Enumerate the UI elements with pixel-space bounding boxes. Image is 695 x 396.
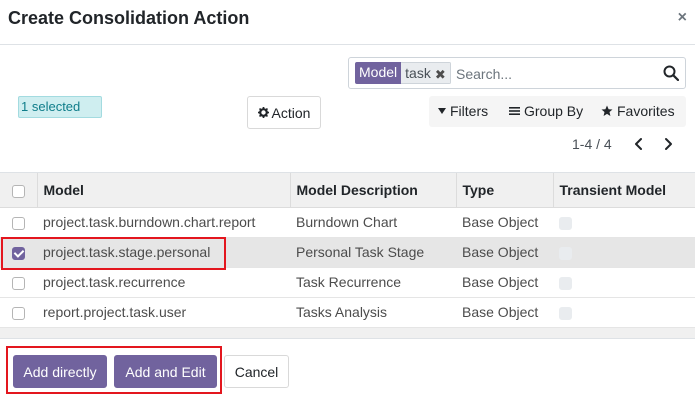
chevron-left-icon[interactable] [631,134,647,154]
search-facet: Model task ✖ [355,62,451,84]
facet-value-container: task ✖ [401,62,451,84]
cell-description: Burndown Chart [296,214,398,230]
column-header-transient[interactable]: Transient Model [553,173,695,208]
search-box[interactable]: Model task ✖ [348,57,686,89]
row-select-cell [0,267,37,297]
column-header-description[interactable]: Model Description [290,173,457,208]
table-row[interactable]: project.task.burndown.chart.report Burnd… [0,207,695,237]
cell-description: Tasks Analysis [296,304,388,320]
filters-label: Filters [450,103,489,119]
search-icon[interactable] [663,65,679,81]
transient-checkbox [559,246,572,260]
cell-model: report.project.task.user [43,304,187,320]
row-checkbox[interactable] [12,216,25,230]
row-checkbox[interactable] [12,306,25,320]
cell-transient [553,207,695,237]
cell-type: Base Object [462,214,539,230]
add-and-edit-button[interactable]: Add and Edit [114,355,217,388]
action-button[interactable]: Action [247,96,321,129]
add-directly-button[interactable]: Add directly [13,355,107,388]
chevron-right-icon[interactable] [660,134,676,154]
star-icon [601,105,613,116]
filter-bar: Filters Group By Favorites [429,96,686,127]
highlight-selected-row [1,237,226,270]
selected-count-badge: 1 selected [18,96,102,118]
list-icon [509,107,520,115]
modal-header: Create Consolidation Action × [0,0,695,45]
groupby-button[interactable]: Group By [509,103,583,119]
transient-checkbox [559,216,572,230]
groupby-label: Group By [524,103,584,119]
filters-button[interactable]: Filters [438,103,488,119]
cell-model: project.task.burndown.chart.report [43,214,256,230]
cell-transient [553,267,695,297]
row-checkbox[interactable] [12,276,25,290]
column-header-model[interactable]: Model [37,173,291,208]
close-icon[interactable]: × [678,9,687,27]
column-header-type[interactable]: Type [456,173,554,208]
filter-icon [438,108,446,114]
cancel-button[interactable]: Cancel [224,355,289,388]
row-select-cell [0,207,37,237]
cell-transient [553,237,695,267]
select-all-checkbox[interactable] [12,184,25,198]
cell-transient [553,297,695,327]
cell-type: Base Object [462,244,539,260]
cell-model: project.task.recurrence [43,274,186,290]
facet-label: Model [355,62,402,84]
table-header-row: Model Model Description Type Transient M… [0,173,695,208]
row-select-cell [0,297,37,327]
pager-value[interactable]: 1-4 / 4 [572,136,612,152]
favorites-label: Favorites [617,103,675,119]
gear-icon [257,107,269,118]
table-row[interactable]: project.task.recurrence Task Recurrence … [0,267,695,297]
transient-checkbox [559,276,572,290]
cell-description: Personal Task Stage [296,244,425,260]
cell-description: Task Recurrence [296,274,402,290]
table-row[interactable]: report.project.task.user Tasks Analysis … [0,297,695,327]
cell-type: Base Object [462,304,539,320]
cell-type: Base Object [462,274,539,290]
action-label: Action [271,104,311,121]
modal-title: Create Consolidation Action [8,8,250,28]
facet-remove-icon[interactable]: ✖ [435,67,446,83]
search-input[interactable] [456,63,656,85]
favorites-button[interactable]: Favorites [601,103,675,119]
select-all-cell [0,173,38,208]
facet-value: task [405,65,431,81]
transient-checkbox [559,306,572,320]
